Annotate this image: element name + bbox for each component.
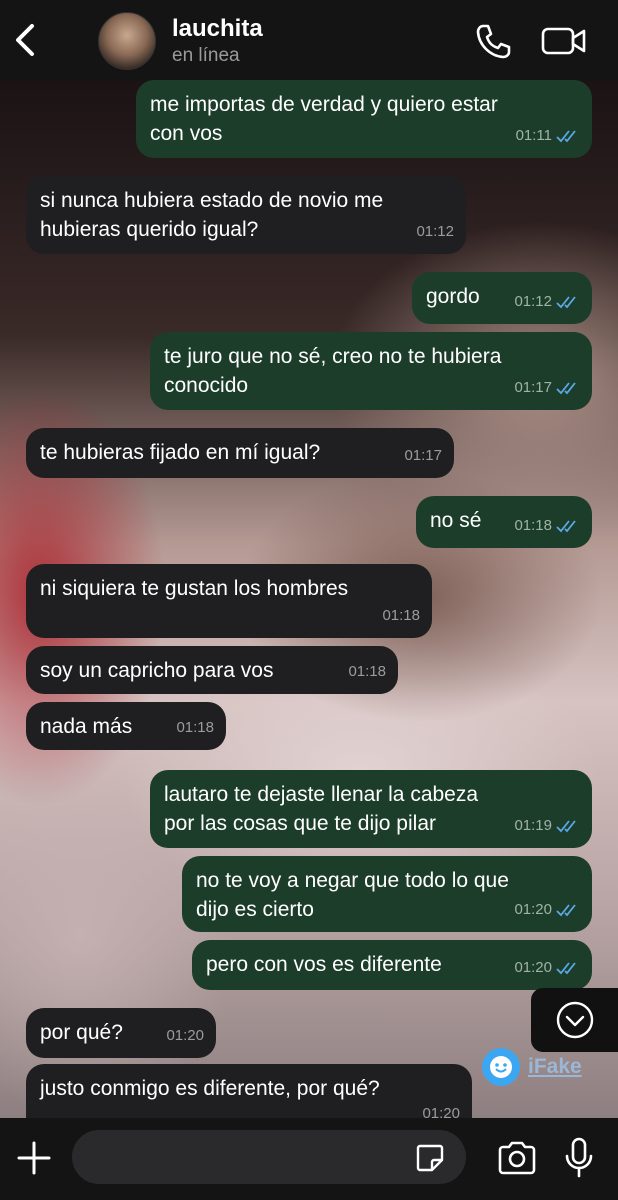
read-ticks-icon — [556, 381, 576, 394]
message-time: 01:18 — [176, 719, 214, 736]
back-icon — [16, 24, 34, 56]
message-time: 01:12 — [514, 293, 552, 310]
read-ticks-icon — [556, 819, 576, 832]
message-bubble[interactable]: no te voy a negar que todo lo que dijo e… — [182, 856, 592, 932]
contact-status: en línea — [172, 45, 240, 66]
watermark-text: iFake — [528, 1055, 582, 1078]
chat-header: lauchita en línea — [0, 0, 618, 80]
microphone-icon — [565, 1137, 593, 1178]
camera-icon — [498, 1141, 536, 1175]
message-bubble[interactable]: soy un capricho para vos 01:18 — [26, 646, 398, 694]
ifake-logo-icon — [482, 1048, 520, 1086]
phone-icon — [476, 24, 511, 59]
message-meta: 01:18 — [176, 713, 214, 742]
chevron-down-icon — [556, 1001, 593, 1039]
camera-button[interactable] — [496, 1140, 538, 1176]
message-text: ni siquiera te gustan los hombres — [40, 577, 349, 600]
message-text: soy un capricho para vos — [40, 659, 274, 682]
message-bubble[interactable]: te juro que no sé, creo no te hubiera co… — [150, 332, 592, 410]
message-bubble[interactable]: justo conmigo es diferente, por qué? 01:… — [26, 1064, 472, 1118]
voice-call-button[interactable] — [474, 22, 512, 60]
message-meta: 01:18 — [382, 601, 420, 630]
message-meta: 01:20 — [514, 953, 580, 982]
video-camera-icon — [541, 27, 586, 55]
read-ticks-icon — [556, 129, 576, 142]
composer-bar — [0, 1118, 618, 1200]
message-bubble[interactable]: me importas de verdad y quiero estar con… — [136, 80, 592, 158]
video-call-button[interactable] — [540, 24, 588, 58]
message-text: si nunca hubiera estado de novio me hubi… — [40, 189, 384, 241]
message-time: 01:12 — [416, 223, 454, 240]
message-meta: 01:12 — [514, 287, 580, 316]
read-ticks-icon — [556, 295, 576, 308]
message-bubble[interactable]: por qué? 01:20 — [26, 1008, 216, 1058]
message-meta: 01:12 — [416, 217, 454, 246]
plus-icon — [17, 1141, 51, 1175]
message-time: 01:18 — [348, 663, 386, 680]
sticker-button[interactable] — [414, 1142, 446, 1174]
message-bubble[interactable]: nada más 01:18 — [26, 702, 226, 750]
message-meta: 01:17 — [514, 373, 580, 402]
read-ticks-icon — [556, 903, 576, 916]
read-ticks-icon — [556, 961, 576, 974]
read-ticks-icon — [556, 519, 576, 532]
message-bubble[interactable]: gordo 01:12 — [412, 272, 592, 324]
contact-info[interactable]: lauchita en línea — [172, 14, 263, 68]
message-bubble[interactable]: lautaro te dejaste llenar la cabeza por … — [150, 770, 592, 848]
scroll-to-bottom-button[interactable] — [531, 988, 618, 1052]
message-meta: 01:20 — [166, 1021, 204, 1050]
message-text: te hubieras fijado en mí igual? — [40, 441, 321, 464]
sticker-icon — [416, 1144, 444, 1172]
message-input[interactable] — [72, 1130, 466, 1184]
message-text: justo conmigo es diferente, por qué? — [40, 1077, 380, 1100]
message-meta: 01:20 — [514, 895, 580, 924]
message-bubble[interactable]: si nunca hubiera estado de novio me hubi… — [26, 176, 466, 254]
back-button[interactable] — [10, 22, 40, 58]
message-time: 01:11 — [515, 127, 552, 144]
avatar[interactable] — [98, 12, 156, 70]
message-time: 01:18 — [514, 517, 552, 534]
message-meta: 01:18 — [514, 511, 580, 540]
message-meta: 01:18 — [348, 657, 386, 686]
message-meta: 01:19 — [514, 811, 580, 840]
message-time: 01:17 — [404, 447, 442, 464]
message-time: 01:20 — [514, 901, 552, 918]
message-time: 01:17 — [514, 379, 552, 396]
message-bubble[interactable]: ni siquiera te gustan los hombres 01:18 — [26, 564, 432, 638]
message-time: 01:19 — [514, 817, 552, 834]
attach-button[interactable] — [14, 1138, 54, 1178]
message-time: 01:18 — [382, 607, 420, 624]
microphone-button[interactable] — [564, 1136, 594, 1180]
contact-name: lauchita — [172, 15, 263, 42]
message-time: 01:20 — [166, 1027, 204, 1044]
message-text: me importas de verdad y quiero estar con… — [150, 93, 498, 145]
message-bubble[interactable]: te hubieras fijado en mí igual? 01:17 — [26, 428, 454, 478]
message-meta: 01:20 — [422, 1099, 460, 1118]
ifake-watermark: iFake — [482, 1048, 582, 1086]
message-time: 01:20 — [514, 959, 552, 976]
message-meta: 01:11 — [516, 121, 580, 150]
message-bubble[interactable]: pero con vos es diferente 01:20 — [192, 940, 592, 990]
message-meta: 01:17 — [404, 441, 442, 470]
message-bubble[interactable]: no sé 01:18 — [416, 496, 592, 548]
message-time: 01:20 — [422, 1105, 460, 1118]
